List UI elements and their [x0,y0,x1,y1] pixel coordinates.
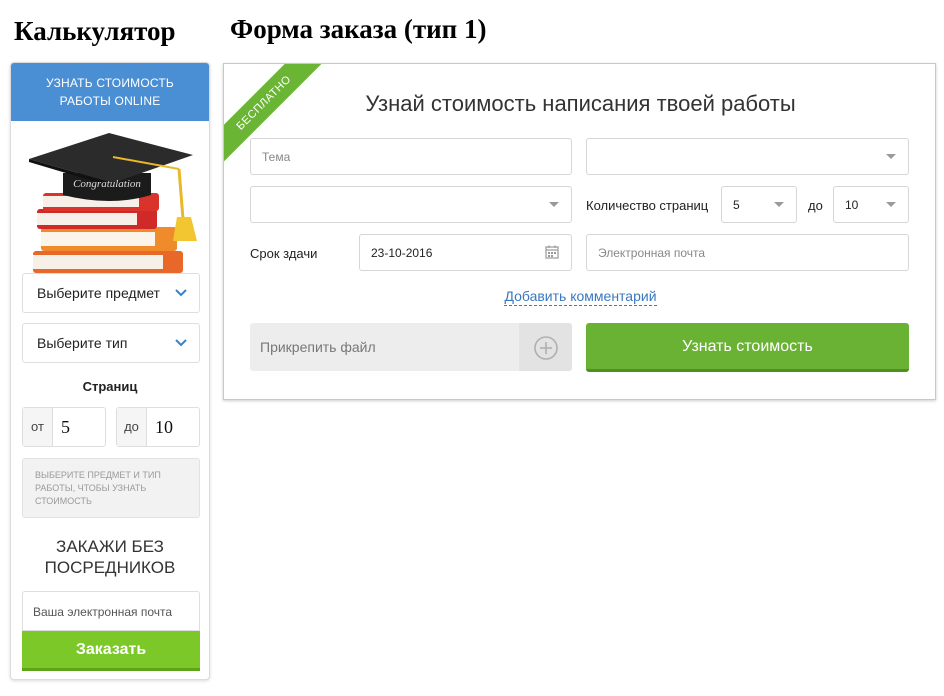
dropdown-arrow-icon [774,202,784,207]
no-middlemen-line2: ПОСРЕДНИКОВ [44,558,176,577]
pages-from-field[interactable]: от 5 [22,407,106,447]
subject-select[interactable]: Выберите предмет [22,273,200,313]
subject-select-label: Выберите предмет [37,285,160,301]
attach-file-label: Прикрепить файл [260,339,376,355]
add-comment-wrap: Добавить комментарий [224,288,935,306]
calculator-email-input[interactable]: Ваша электронная почта [22,591,200,631]
calculator-header-line2: РАБОТЫ ONLINE [59,94,161,108]
subject-dropdown[interactable] [586,138,909,175]
calculator-heading: Калькулятор [14,16,176,46]
attach-file-button[interactable]: Прикрепить файл [250,323,572,371]
form-title: Узнай стоимость написания твоей работы [365,91,796,116]
deadline-label: Срок здачи [250,246,318,261]
plus-circle-icon [534,336,558,360]
deadline-value: 23-10-2016 [371,246,433,260]
work-type-dropdown[interactable] [250,186,572,223]
pages-to-field[interactable]: до 10 [116,407,200,447]
order-button[interactable]: Заказать [22,631,200,671]
chevron-down-icon [175,339,187,347]
pages-from-prefix: от [23,408,53,446]
calendar-icon[interactable] [545,245,559,259]
dropdown-arrow-icon [549,202,559,207]
calculator-widget: УЗНАТЬ СТОИМОСТЬ РАБОТЫ ONLINE Congratul… [10,62,210,680]
pages-to-label: до [808,198,823,213]
pages-from-dropdown[interactable]: 5 [721,186,797,223]
attach-plus-box[interactable] [519,323,572,371]
no-middlemen-heading: ЗАКАЖИ БЕЗ ПОСРЕДНИКОВ [11,536,209,578]
type-select[interactable]: Выберите тип [22,323,200,363]
graduation-books-image: Congratulation [23,129,203,275]
dropdown-arrow-icon [886,202,896,207]
dropdown-arrow-icon [886,154,896,159]
deadline-input[interactable]: 23-10-2016 [359,234,572,271]
pages-label: Страниц [82,379,138,394]
pages-to-value: 10 [845,198,859,212]
pages-from-value: 5 [61,417,70,437]
email-input[interactable]: Электронная почта [586,234,909,271]
pages-to-value: 10 [155,417,173,437]
pages-from-value: 5 [733,198,740,212]
pages-count-label: Количество страниц [586,198,709,213]
type-select-label: Выберите тип [37,335,128,351]
pages-to-prefix: до [117,408,147,446]
calculator-header-line1: УЗНАТЬ СТОИМОСТЬ [46,76,174,90]
pages-to-dropdown[interactable]: 10 [833,186,909,223]
topic-input[interactable]: Тема [250,138,572,175]
calculator-header: УЗНАТЬ СТОИМОСТЬ РАБОТЫ ONLINE [11,63,209,121]
no-middlemen-line1: ЗАКАЖИ БЕЗ [56,537,164,556]
order-form: БЕСПЛАТНО Узнай стоимость написания твое… [223,63,936,400]
cap-text: Congratulation [73,178,141,190]
add-comment-link[interactable]: Добавить комментарий [504,288,657,306]
get-price-button[interactable]: Узнать стоимость [586,323,909,372]
order-form-heading: Форма заказа (тип 1) [230,14,487,44]
chevron-down-icon [175,289,187,297]
price-note: Выберите предмет и тип работы, чтобы узн… [22,458,200,518]
